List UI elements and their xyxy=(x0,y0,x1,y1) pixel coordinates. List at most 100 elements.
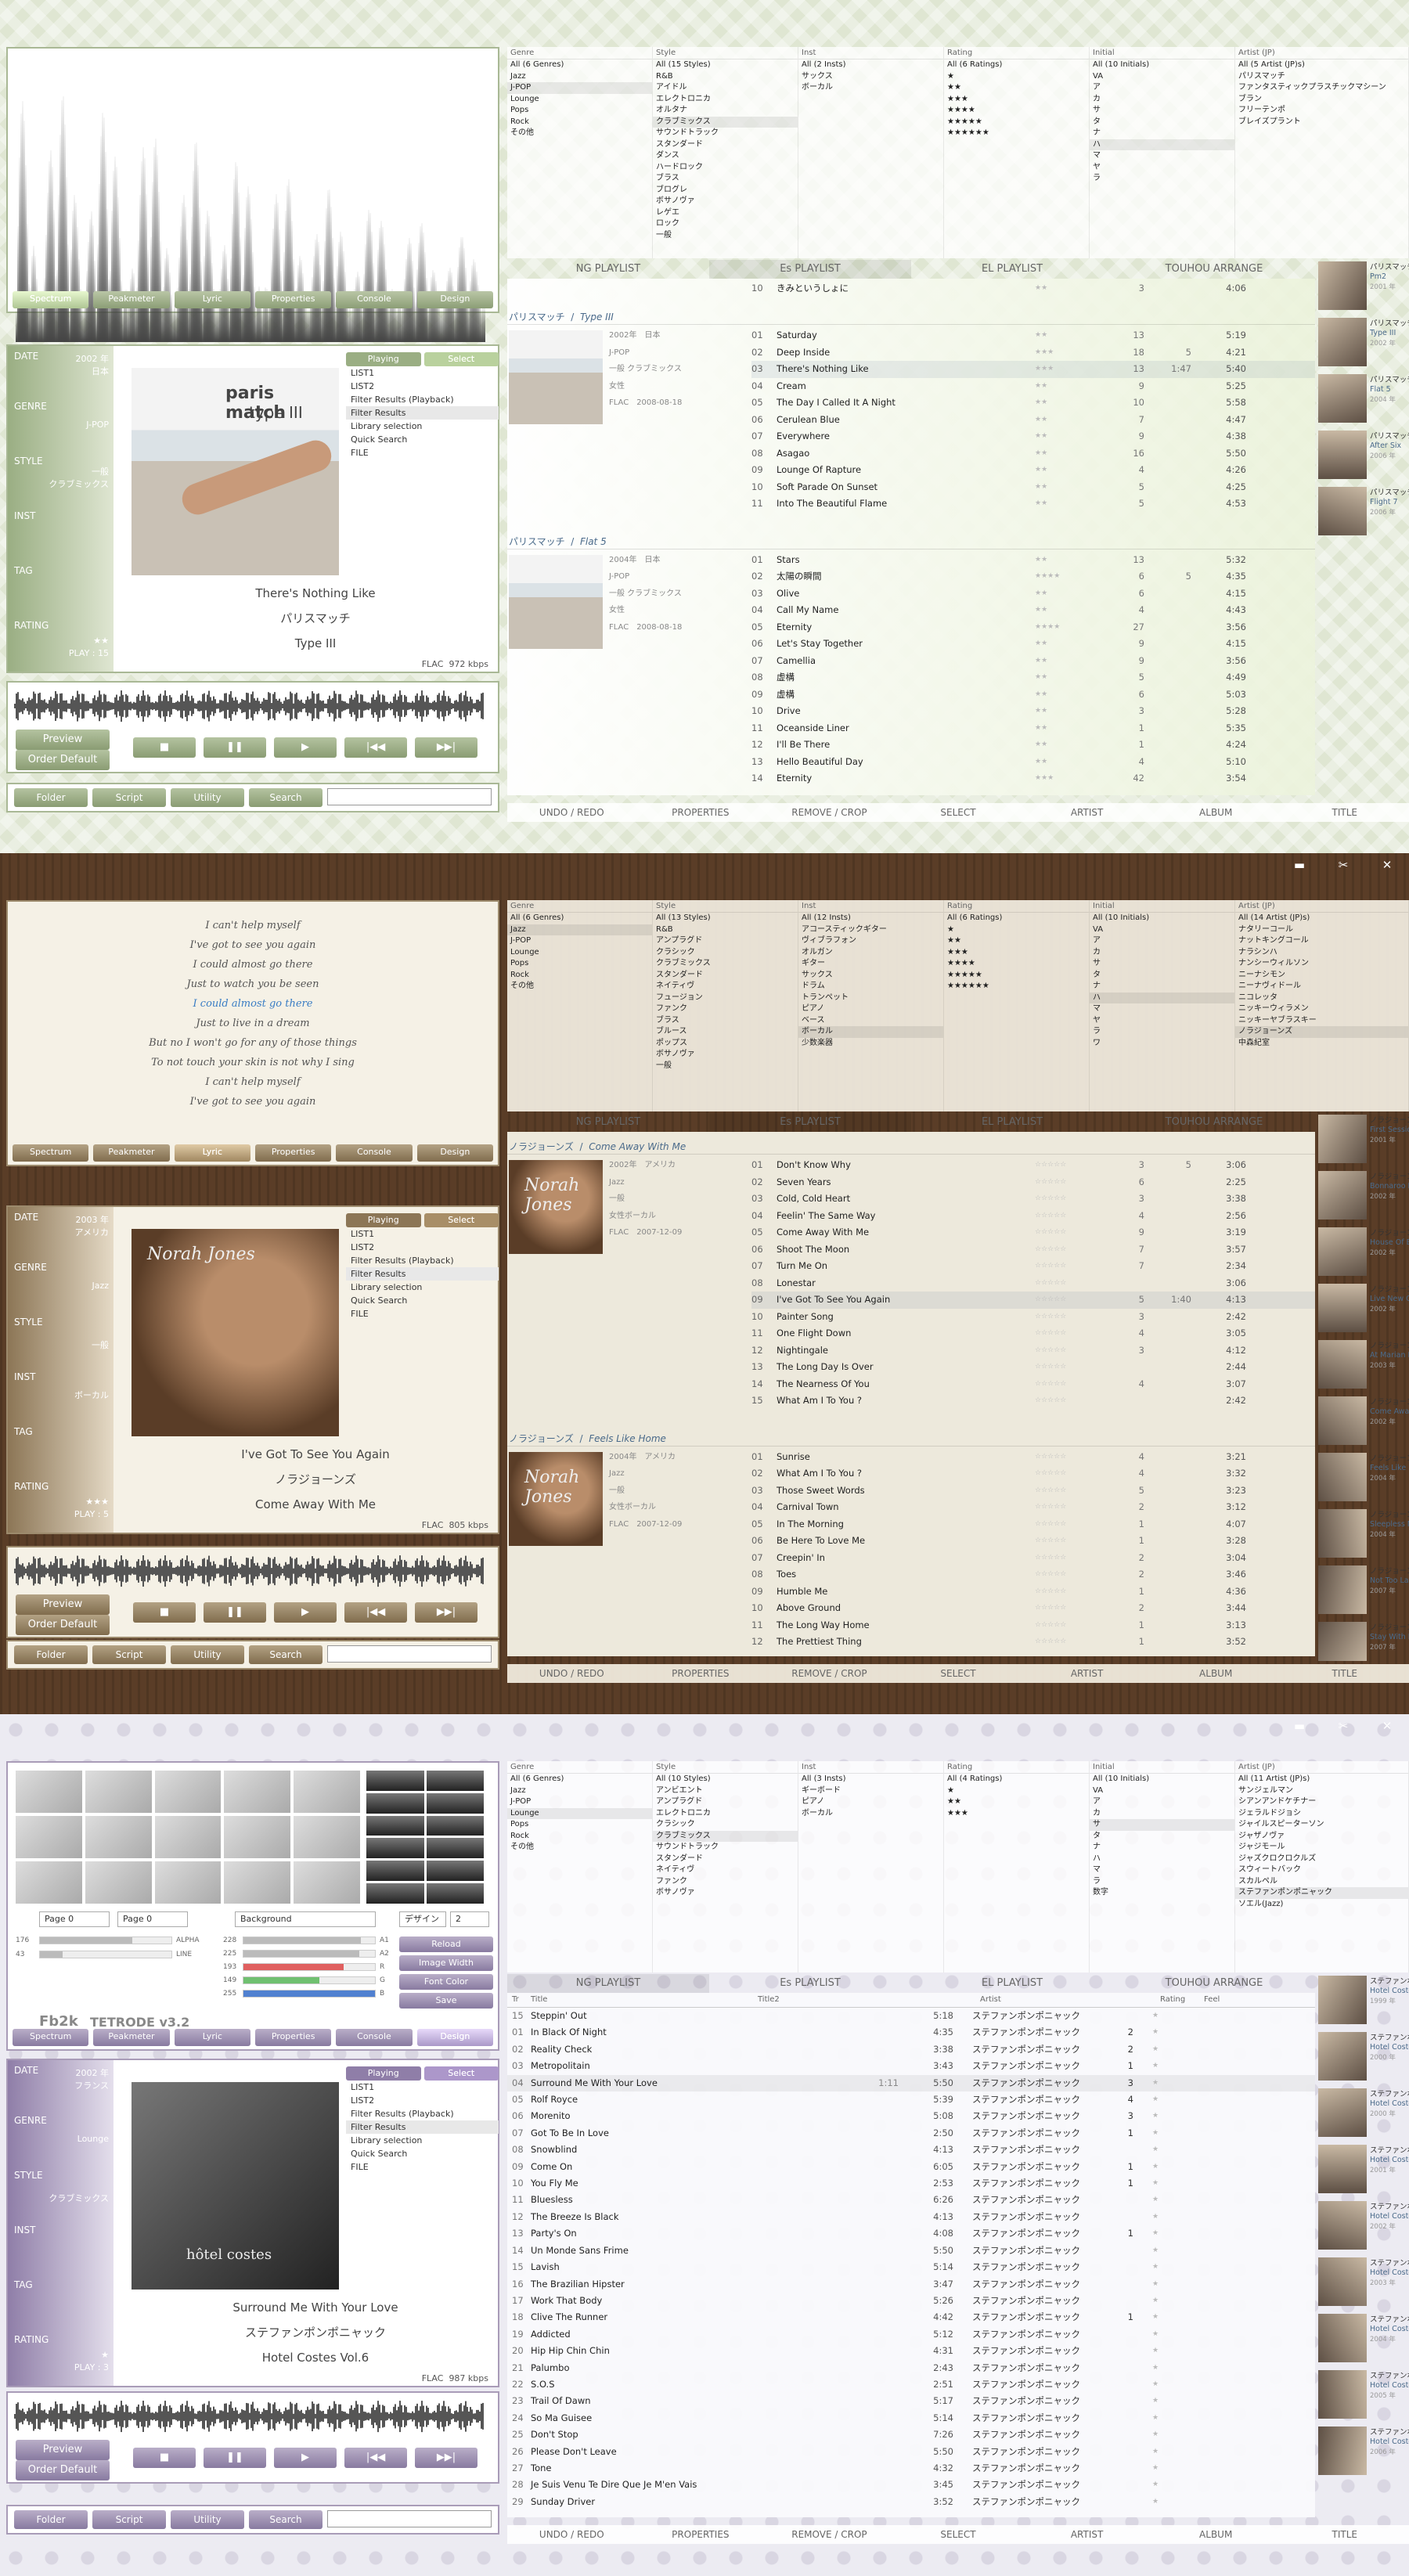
album-card[interactable]: ステファンポンポニャック Hotel Costes Vol.9 2006 年 xyxy=(1317,2425,1409,2478)
filter-item[interactable]: All (6 Genres) xyxy=(507,59,652,71)
filter-item[interactable]: J-POP xyxy=(507,1796,652,1808)
filter-item[interactable]: All (3 Insts) xyxy=(798,1774,943,1785)
close-button[interactable]: ✕ xyxy=(1365,1715,1409,1737)
filter-item[interactable]: ★★ xyxy=(944,1796,1089,1808)
filter-item[interactable]: Rock xyxy=(507,117,652,128)
tab-peakmeter[interactable]: Peakmeter xyxy=(93,291,170,308)
filter-item[interactable]: ★★★ xyxy=(944,94,1089,106)
playlist-item[interactable]: LIST2 xyxy=(346,2094,499,2107)
stop-button[interactable]: ■ xyxy=(133,737,196,758)
filter-item[interactable]: サックス xyxy=(798,71,943,83)
filter-item[interactable]: サ xyxy=(1090,105,1234,117)
album-title[interactable]: Feels Like Home xyxy=(589,1433,666,1444)
toolbar-album[interactable]: ALBUM xyxy=(1151,803,1281,822)
track-row[interactable]: 14 Eternity ★★★ 42 3:54 xyxy=(751,770,1315,787)
filter-item[interactable]: 中森紀室 xyxy=(1235,1038,1408,1050)
select-tab[interactable]: Select xyxy=(423,352,499,366)
tab-properties[interactable]: Properties xyxy=(254,2029,332,2046)
playlist-tab[interactable]: NG PLAYLIST xyxy=(507,1974,709,1993)
texture-thumbnail[interactable] xyxy=(426,1792,484,1814)
toolbar-artist[interactable]: ARTIST xyxy=(1022,1664,1151,1683)
toolbar-album[interactable]: ALBUM xyxy=(1151,2525,1281,2544)
nav-search[interactable]: Search xyxy=(249,788,323,807)
track-row[interactable]: 09 Humble Me ☆☆☆☆☆ 1 4:36 xyxy=(751,1583,1315,1601)
filter-item[interactable]: Pops xyxy=(507,105,652,117)
track-row[interactable]: 29 Sunday Driver 3:52 ステファンポンポニャック ★ xyxy=(507,2494,1315,2510)
track-row[interactable]: 03 Metropolitain 3:43 ステファンポンポニャック 1 ★ xyxy=(507,2058,1315,2074)
track-row[interactable]: 24 So Ma Guisee 5:14 ステファンポンポニャック ★ xyxy=(507,2410,1315,2426)
track-row[interactable]: 21 Palumbo 2:43 ステファンポンポニャック ★ xyxy=(507,2360,1315,2376)
background-thumbnail[interactable] xyxy=(16,1771,82,1813)
playlist-item[interactable]: LIST2 xyxy=(346,1241,499,1254)
filter-column[interactable]: Initial All (10 Initials) VA アカサタナハマヤラ xyxy=(1090,47,1235,258)
track-row[interactable]: 07 Everywhere ★★ 9 4:38 xyxy=(751,428,1315,445)
filter-item[interactable]: サ xyxy=(1090,958,1234,970)
filter-item[interactable]: All (12 Insts) xyxy=(798,913,943,924)
order-default-button[interactable]: Order Default xyxy=(16,1615,110,1635)
tab-spectrum[interactable]: Spectrum xyxy=(13,291,89,308)
select-tab[interactable]: Select xyxy=(423,1213,499,1227)
filter-column[interactable]: Artist (JP) All (5 Artist (JP)s) パリスマッチ ファン… xyxy=(1235,47,1409,258)
filter-item[interactable]: クラブミックス xyxy=(653,116,798,128)
column-header[interactable]: Style xyxy=(653,900,798,913)
filter-item[interactable]: ★★ xyxy=(944,935,1089,947)
minimize-button[interactable]: ▬ xyxy=(1277,1715,1321,1737)
album-card[interactable]: ノラジョーンズ Come Away With Me 2002 年 xyxy=(1317,1395,1409,1448)
filter-column[interactable]: Initial All (10 Initials) VA アカサタナハマヤラワ xyxy=(1090,900,1235,1111)
filter-item[interactable]: All (10 Initials) xyxy=(1090,913,1234,924)
playlist-item[interactable]: Quick Search xyxy=(346,2147,499,2160)
nav-search[interactable]: Search xyxy=(249,2510,323,2529)
filter-item[interactable]: フリーテンポ xyxy=(1235,105,1408,117)
filter-item[interactable]: その他 xyxy=(507,981,652,993)
minimize-button[interactable]: ▬ xyxy=(1277,854,1321,876)
track-row[interactable]: 13 The Long Day Is Over ☆☆☆☆☆ 2:44 xyxy=(751,1359,1315,1376)
background-thumbnail[interactable] xyxy=(16,1861,82,1904)
texture-thumbnail[interactable] xyxy=(426,1771,484,1791)
playlist-tab[interactable]: TOUHOU ARRANGE xyxy=(1113,1113,1315,1132)
filter-item[interactable]: All (2 Insts) xyxy=(798,59,943,71)
col-artist[interactable]: Artist xyxy=(961,1993,1110,2007)
filter-item[interactable]: ★★ xyxy=(944,82,1089,94)
track-row[interactable]: 05 In The Morning ☆☆☆☆☆ 1 4:07 xyxy=(751,1516,1315,1533)
color-slider[interactable] xyxy=(243,1937,376,1944)
playlist-item[interactable]: Library selection xyxy=(346,1281,499,1294)
album-card[interactable]: ノラジョーンズ Feels Like Home 2004 年 xyxy=(1317,1451,1409,1504)
track-row[interactable]: 08 Lonestar ☆☆☆☆☆ 3:06 xyxy=(751,1275,1315,1292)
toolbar-select[interactable]: SELECT xyxy=(894,1664,1023,1683)
background-thumbnail[interactable] xyxy=(224,1771,291,1813)
background-thumbnail[interactable] xyxy=(16,1816,82,1858)
filter-item[interactable]: サウンドトラック xyxy=(653,1842,798,1854)
playlist-tab[interactable]: Es PLAYLIST xyxy=(709,260,911,279)
filter-item[interactable]: Rock xyxy=(507,1831,652,1843)
toolbar-remove-crop[interactable]: REMOVE / CROP xyxy=(765,803,894,822)
background-thumbnail[interactable] xyxy=(154,1861,222,1904)
album-card[interactable]: ノラジョーンズ Live New Orleans 2002 年 xyxy=(1317,1282,1409,1335)
track-row[interactable]: 04 Call My Name ★★ 4 4:43 xyxy=(751,602,1315,619)
filter-item[interactable]: ソエル(Jazz) xyxy=(1235,1899,1408,1911)
playing-tab[interactable]: Playing xyxy=(346,1213,421,1227)
column-header[interactable]: Artist (JP) xyxy=(1235,900,1408,913)
stop-button[interactable]: ■ xyxy=(133,2448,196,2468)
layer-select[interactable]: Background xyxy=(235,1911,376,1927)
filter-item[interactable]: ボサノヴァ xyxy=(653,1887,798,1899)
toolbar-properties[interactable]: PROPERTIES xyxy=(636,1664,766,1683)
filter-item[interactable]: ネイティヴ xyxy=(653,1864,798,1876)
track-row[interactable]: 14 Un Monde Sans Frime 5:50 ステファンポンポニャック… xyxy=(507,2243,1315,2259)
play-button[interactable]: ▶ xyxy=(274,1602,337,1623)
track-row[interactable]: 10 Above Ground ☆☆☆☆☆ 2 3:44 xyxy=(751,1600,1315,1617)
texture-thumbnail[interactable] xyxy=(426,1815,484,1836)
filter-item[interactable]: ベース xyxy=(798,1015,943,1027)
album-card[interactable]: パリスマッチ Pm2 2001 年 xyxy=(1317,260,1409,313)
column-header[interactable]: Inst xyxy=(798,900,943,913)
filter-item[interactable]: ア xyxy=(1090,1796,1234,1808)
playlist-item[interactable]: Filter Results (Playback) xyxy=(346,393,499,406)
filter-item[interactable]: ボーカル xyxy=(798,1026,943,1038)
track-row[interactable]: 02 Reality Check 3:38 ステファンポンポニャック 2 ★ xyxy=(507,2041,1315,2058)
playlist-item[interactable]: Library selection xyxy=(346,420,499,433)
filter-item[interactable]: ニーナシモン xyxy=(1235,970,1408,982)
filter-item[interactable]: ボサノヴァ xyxy=(653,196,798,207)
filter-item[interactable]: ジャジモール xyxy=(1235,1842,1408,1854)
filter-item[interactable]: クラブミックス xyxy=(653,958,798,970)
filter-item[interactable]: ア xyxy=(1090,82,1234,94)
album-artist[interactable]: ノラジョーンズ xyxy=(509,1141,574,1152)
